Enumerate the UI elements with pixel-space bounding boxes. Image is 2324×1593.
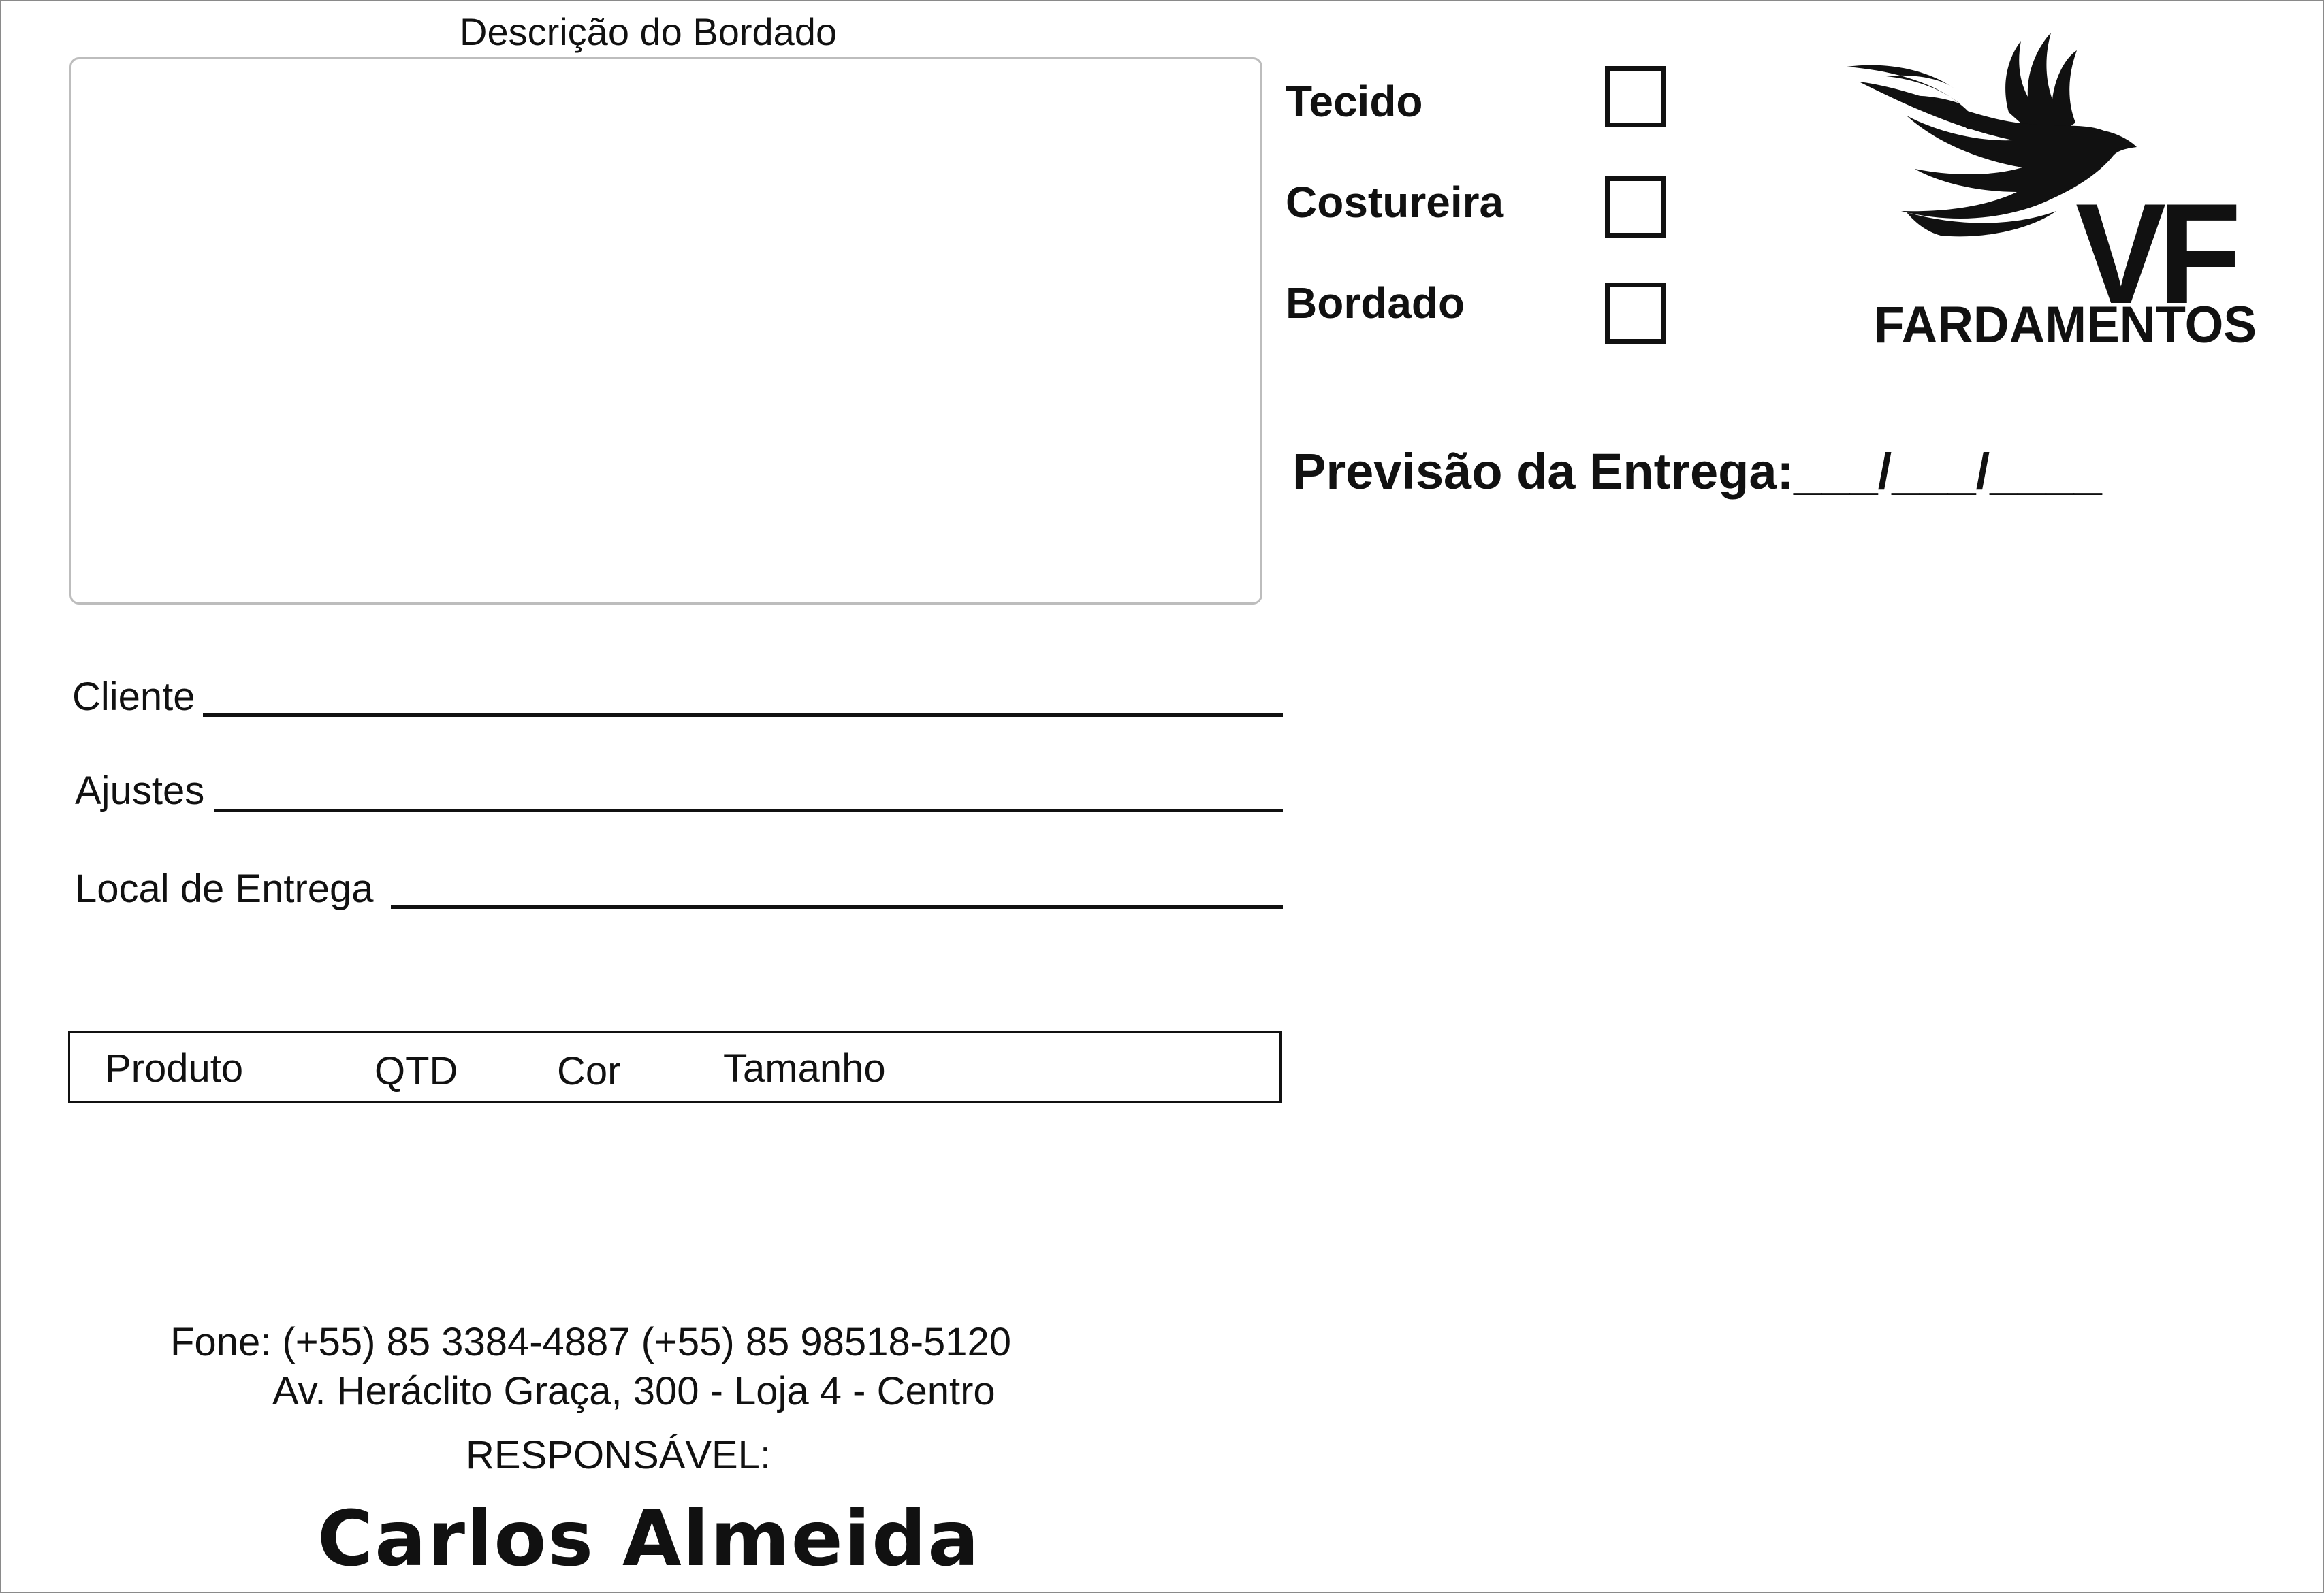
delivery-place-field[interactable] [391, 905, 1283, 909]
delivery-place-label: Local de Entrega [75, 867, 374, 911]
description-title: Descrição do Bordado [460, 10, 838, 53]
checkbox-costureira[interactable] [1605, 176, 1666, 238]
column-header-size: Tamanho [723, 1046, 886, 1091]
logo-name: FARDAMENTOS [1874, 296, 2257, 354]
checkbox-tecido[interactable] [1605, 66, 1666, 127]
delivery-forecast: Previsão da Entrega:___/___/____ [1292, 443, 2102, 500]
client-field[interactable] [203, 713, 1283, 717]
footer-phone: Fone: (+55) 85 3384-4887 (+55) 85 98518-… [170, 1320, 1012, 1364]
checklist-label-tecido: Tecido [1286, 77, 1423, 126]
checklist-label-costureira: Costureira [1286, 178, 1504, 227]
column-header-color: Cor [557, 1049, 621, 1093]
product-table-header [68, 1031, 1282, 1103]
column-header-product: Produto [105, 1046, 244, 1091]
description-textarea[interactable] [69, 57, 1262, 605]
responsible-name: Carlos Almeida [317, 1495, 981, 1583]
column-header-quantity: QTD [375, 1049, 458, 1093]
adjustments-label: Ajustes [75, 769, 205, 813]
footer-address: Av. Heráclito Graça, 300 - Loja 4 - Cent… [272, 1369, 996, 1413]
adjustments-field[interactable] [214, 809, 1283, 812]
checklist-label-bordado: Bordado [1286, 278, 1465, 327]
responsible-label: RESPONSÁVEL: [466, 1433, 771, 1477]
checkbox-bordado[interactable] [1605, 283, 1666, 344]
client-label: Cliente [72, 675, 195, 719]
